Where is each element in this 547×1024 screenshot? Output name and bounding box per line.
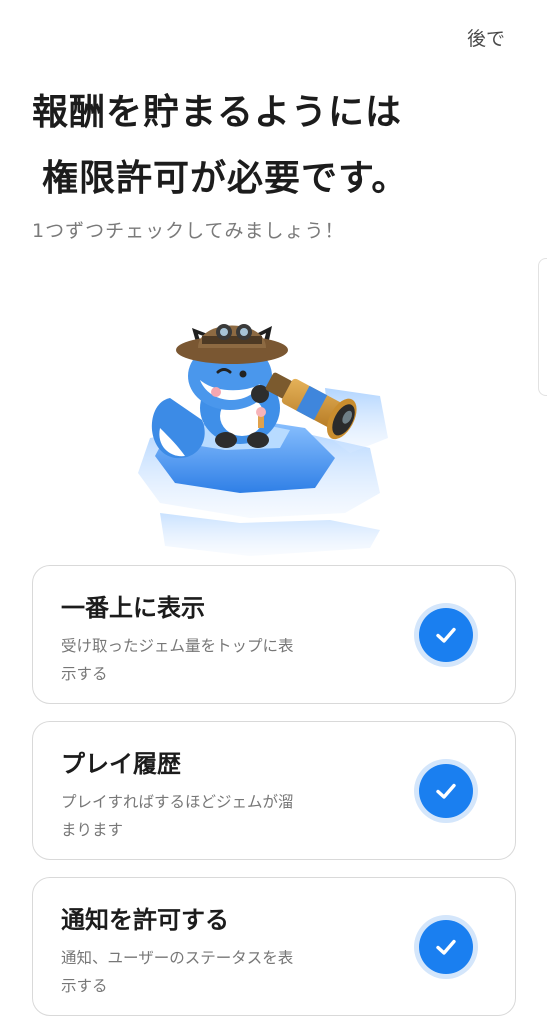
page-title: 報酬を貯まるようには 権限許可が必要です。 <box>32 80 522 212</box>
permission-description-line-2: 示する <box>61 665 108 683</box>
permission-title: 通知を許可する <box>61 906 229 934</box>
permission-list: 一番上に表示 受け取ったジェム量をトップに表 示する プレイ履歴 プレイすればす… <box>32 565 516 1024</box>
permission-description: 受け取ったジェム量をトップに表 示する <box>61 632 361 688</box>
permission-title: プレイ履歴 <box>61 750 181 778</box>
permission-card-display-on-top[interactable]: 一番上に表示 受け取ったジェム量をトップに表 示する <box>32 565 516 704</box>
checkmark-icon[interactable] <box>419 764 473 818</box>
checkmark-icon[interactable] <box>419 920 473 974</box>
edge-panel-handle[interactable] <box>538 258 547 396</box>
permission-screen: 後で 報酬を貯まるようには 権限許可が必要です。 1つずつチェックしてみましょう… <box>0 0 547 1024</box>
permission-description: 通知、ユーザーのステータスを表 示する <box>61 944 361 1000</box>
permission-description-line-2: まります <box>61 821 124 839</box>
page-subtitle: 1つずつチェックしてみましょう！ <box>32 220 345 242</box>
permission-description-line-2: 示する <box>61 977 108 995</box>
permission-title: 一番上に表示 <box>61 594 205 622</box>
checkmark-icon[interactable] <box>419 608 473 662</box>
later-button[interactable]: 後で <box>467 24 505 51</box>
permission-description-line-1: 受け取ったジェム量をトップに表 <box>61 637 294 655</box>
page-title-line-1: 報酬を貯まるようには <box>32 92 403 133</box>
permission-description: プレイすればするほどジェムが溜 まります <box>61 788 361 844</box>
permission-card-play-history[interactable]: プレイ履歴 プレイすればするほどジェムが溜 まります <box>32 721 516 860</box>
permission-card-notifications[interactable]: 通知を許可する 通知、ユーザーのステータスを表 示する <box>32 877 516 1016</box>
permission-description-line-1: 通知、ユーザーのステータスを表 <box>61 949 294 967</box>
permission-description-line-1: プレイすればするほどジェムが溜 <box>61 793 294 811</box>
page-title-line-2: 権限許可が必要です。 <box>42 158 409 199</box>
fox-mascot-illustration <box>138 324 388 556</box>
